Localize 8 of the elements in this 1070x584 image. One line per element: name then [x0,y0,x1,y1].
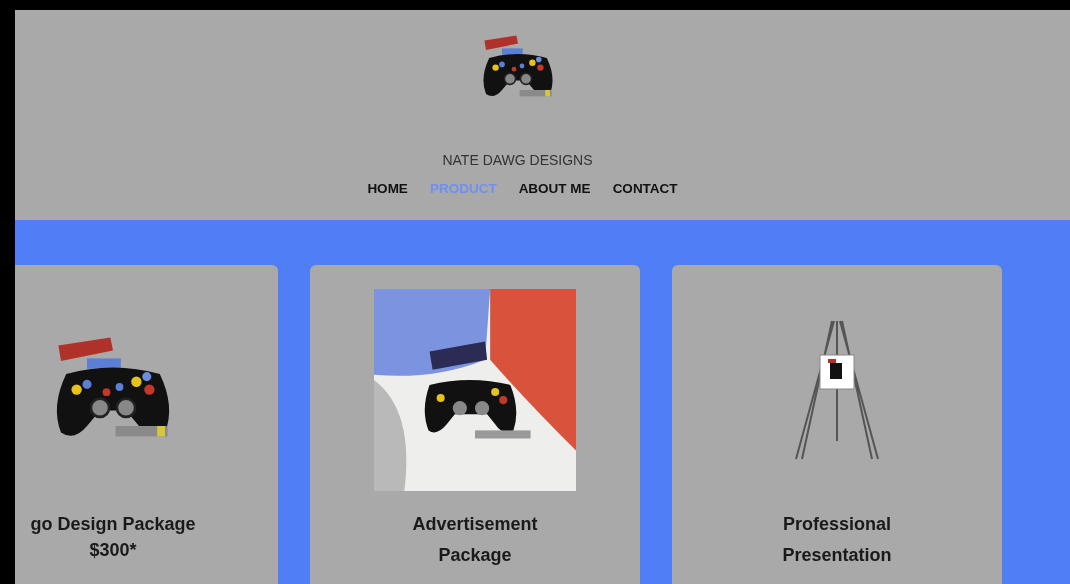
product-price: $300* [89,539,137,561]
product-title: Advertisement Package [411,513,539,567]
product-title: go Design Package [29,513,197,536]
nav-link[interactable]: ABOUT ME [518,181,591,196]
nav-link[interactable]: CONTACT [612,181,678,196]
nav-link[interactable]: HOME [367,181,408,196]
site-title: NATE DAWG DESIGNS [442,152,593,168]
product-title: Professional Presentation [781,513,893,567]
